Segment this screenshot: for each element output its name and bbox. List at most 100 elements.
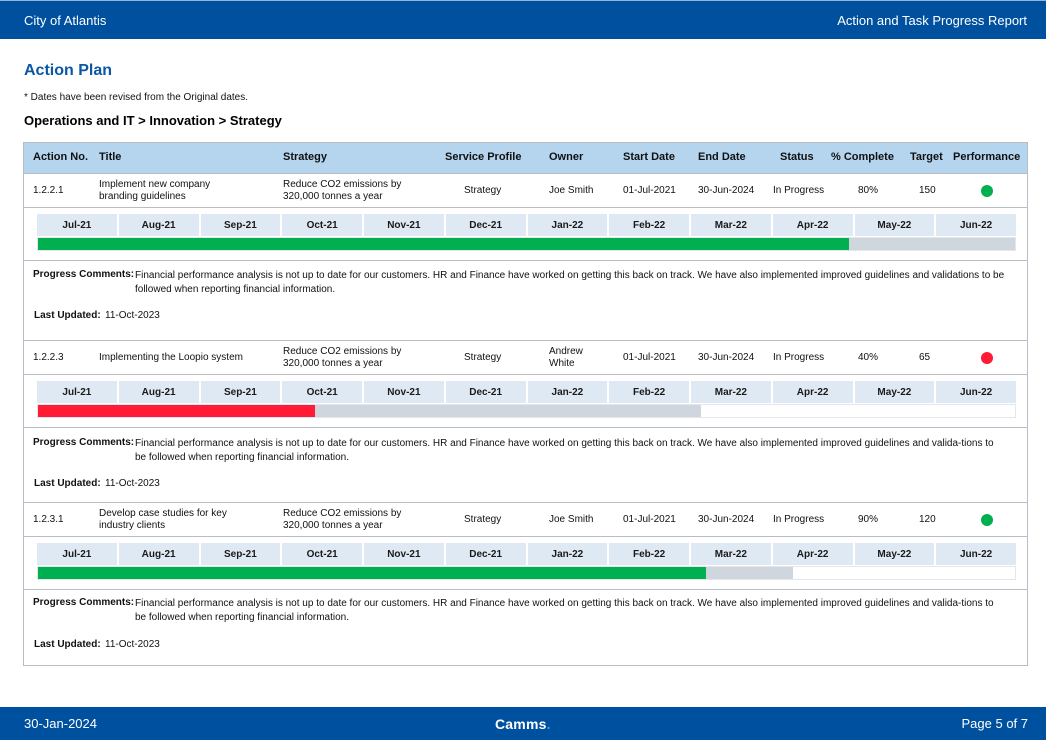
last-updated-label: Last Updated: [34, 639, 101, 650]
target-value: 150 [919, 184, 936, 196]
gantt-month-aug-21: Aug-21 [118, 381, 201, 403]
table-body: 1.2.2.1 Implement new company branding g… [24, 174, 1027, 665]
last-updated-value: 11-Oct-2023 [105, 478, 160, 489]
action-block: 1.2.3.1 Develop case studies for key ind… [24, 503, 1027, 665]
last-updated-value: 11-Oct-2023 [105, 639, 160, 650]
column-header-owner: Owner [549, 151, 584, 163]
gantt-month-oct-21: Oct-21 [282, 543, 364, 565]
gantt-month-jul-21: Jul-21 [37, 381, 119, 403]
performance-status-icon [981, 513, 993, 526]
gantt-actual-bar [38, 238, 849, 250]
performance-indicator [981, 174, 993, 207]
status: In Progress [773, 513, 825, 525]
gantt-timeline: Jul-21 Aug-21 Sep-21 Oct-21 Nov-21 Dec-21 Jan-… [24, 208, 1027, 261]
gantt-month-feb-22: Feb-22 [609, 381, 691, 403]
report-footer-bar: 30-Jan-2024 Camms. Page 5 of 7 [0, 707, 1046, 740]
owner: Joe Smith [549, 513, 594, 525]
table-row[interactable]: 1.2.2.3 Implementing the Loopio system R… [24, 341, 1027, 375]
gantt-month-jun-22: Jun-22 [936, 543, 1016, 565]
column-header-performance: Performance [953, 151, 1021, 163]
gantt-month-headers: Jul-21 Aug-21 Sep-21 Oct-21 Nov-21 Dec-21 Jan-… [37, 543, 1016, 565]
start-date: 01-Jul-2021 [623, 184, 676, 196]
gantt-month-apr-22: Apr-22 [772, 214, 855, 236]
gantt-month-may-22: May-22 [854, 214, 937, 236]
gantt-month-mar-22: Mar-22 [691, 543, 773, 565]
end-date: 30-Jun-2024 [698, 184, 755, 196]
column-header-service-profile: Service Profile [445, 151, 522, 163]
performance-indicator [981, 503, 993, 536]
action-strategy: Reduce CO2 emissions by 320,000 tonnes a… [283, 178, 402, 202]
performance-status-icon [981, 184, 993, 197]
action-block: 1.2.2.3 Implementing the Loopio system R… [24, 341, 1027, 503]
progress-comments-label: Progress Comments: [33, 437, 135, 448]
gantt-month-jan-22: Jan-22 [527, 543, 610, 565]
table-row[interactable]: 1.2.3.1 Develop case studies for key ind… [24, 503, 1027, 537]
gantt-month-jan-22: Jan-22 [527, 381, 610, 403]
service-profile: Strategy [464, 513, 502, 525]
logo-text: Camms [495, 716, 547, 732]
last-updated-label: Last Updated: [34, 310, 101, 321]
column-header-status: Status [780, 151, 814, 163]
action-strategy: Reduce CO2 emissions by 320,000 tonnes a… [283, 507, 402, 531]
gantt-month-oct-21: Oct-21 [282, 381, 364, 403]
action-title: Develop case studies for key industry cl… [99, 507, 227, 531]
gantt-month-aug-21: Aug-21 [118, 214, 201, 236]
gantt-month-dec-21: Dec-21 [445, 214, 528, 236]
page-indicator: Page 5 of 7 [961, 716, 1029, 731]
performance-status-icon [981, 351, 993, 364]
report-title: Action and Task Progress Report [837, 12, 1027, 28]
gantt-month-dec-21: Dec-21 [445, 381, 528, 403]
gantt-month-may-22: May-22 [854, 381, 937, 403]
start-date: 01-Jul-2021 [623, 351, 676, 363]
gantt-month-dec-21: Dec-21 [445, 543, 528, 565]
gantt-month-apr-22: Apr-22 [772, 381, 855, 403]
camms-logo: Camms. [495, 716, 551, 732]
owner: Joe Smith [549, 184, 594, 196]
percent-complete: 40% [858, 351, 879, 363]
gantt-month-mar-22: Mar-22 [691, 214, 773, 236]
gantt-month-aug-21: Aug-21 [118, 543, 201, 565]
last-updated-value: 11-Oct-2023 [105, 310, 160, 321]
page-title: Action Plan [24, 62, 113, 79]
gantt-timeline: Jul-21 Aug-21 Sep-21 Oct-21 Nov-21 Dec-21 Jan-… [24, 375, 1027, 428]
action-title: Implement new company branding guideline… [99, 178, 211, 202]
gantt-month-headers: Jul-21 Aug-21 Sep-21 Oct-21 Nov-21 Dec-21 Jan-… [37, 214, 1016, 236]
gantt-month-jun-22: Jun-22 [936, 381, 1016, 403]
gantt-actual-bar [38, 405, 316, 417]
action-block: 1.2.2.1 Implement new company branding g… [24, 174, 1027, 341]
gantt-month-nov-21: Nov-21 [364, 381, 446, 403]
action-plan-table: Action No. Title Strategy Service Profil… [23, 142, 1028, 666]
last-updated-label: Last Updated: [34, 478, 101, 489]
status: In Progress [773, 184, 825, 196]
gantt-month-sep-21: Sep-21 [200, 381, 283, 403]
service-profile: Strategy [464, 184, 502, 196]
percent-complete: 80% [858, 184, 879, 196]
logo-dot: . [546, 716, 551, 732]
status: In Progress [773, 351, 825, 363]
target-value: 120 [919, 513, 936, 525]
gantt-month-feb-22: Feb-22 [609, 214, 691, 236]
table-row[interactable]: 1.2.2.1 Implement new company branding g… [24, 174, 1027, 208]
end-date: 30-Jun-2024 [698, 513, 755, 525]
gantt-month-feb-22: Feb-22 [609, 543, 691, 565]
progress-comments-section: Progress Comments: Financial performance… [24, 428, 1027, 503]
organization-name: City of Atlantis [24, 12, 107, 28]
progress-comments-text: Financial performance analysis is not up… [135, 598, 994, 623]
gantt-month-jul-21: Jul-21 [37, 543, 119, 565]
column-header-start-date: Start Date [623, 151, 675, 163]
target-value: 65 [919, 351, 931, 363]
column-header-strategy: Strategy [283, 151, 328, 163]
gantt-track [37, 237, 1016, 251]
gantt-month-nov-21: Nov-21 [364, 543, 446, 565]
gantt-month-jun-22: Jun-22 [936, 214, 1016, 236]
column-header-action-no: Action No. [33, 151, 88, 163]
column-header-target: Target [910, 151, 943, 163]
gantt-track [37, 566, 1016, 580]
percent-complete: 90% [858, 513, 879, 525]
report-date: 30-Jan-2024 [24, 716, 97, 731]
gantt-timeline: Jul-21 Aug-21 Sep-21 Oct-21 Nov-21 Dec-21 Jan-… [24, 537, 1027, 590]
table-header: Action No. Title Strategy Service Profil… [24, 143, 1027, 174]
column-header-title: Title [99, 151, 122, 163]
performance-indicator [981, 341, 993, 374]
progress-comments-text: Financial performance analysis is not up… [135, 438, 994, 463]
